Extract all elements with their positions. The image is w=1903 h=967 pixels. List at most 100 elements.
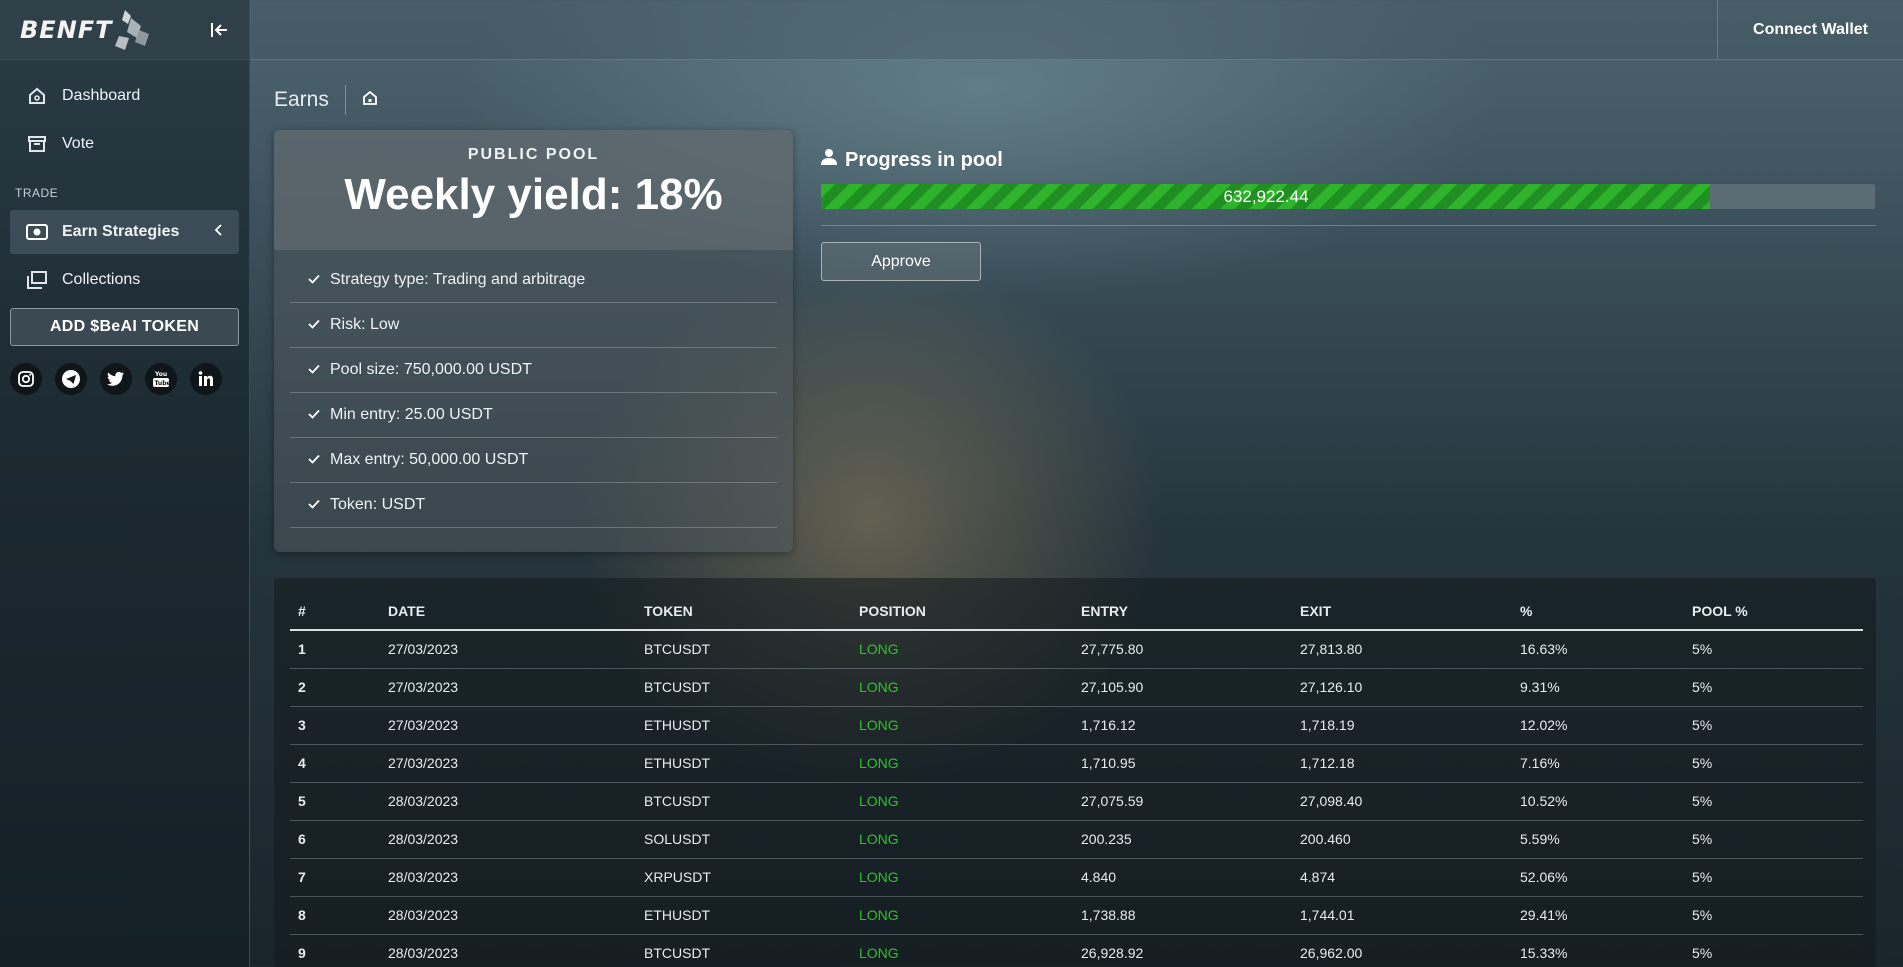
pool-card-header: PUBLIC POOL Weekly yield: 18% (274, 130, 793, 250)
column-header: % (1512, 578, 1684, 631)
row-entry: 27,075.59 (1073, 782, 1292, 821)
row-exit: 1,744.01 (1292, 896, 1512, 935)
collections-icon (26, 269, 48, 291)
table-row: 5 28/03/2023 BTCUSDT LONG 27,075.59 27,098.40… (290, 782, 1863, 821)
breadcrumb-divider (344, 85, 346, 115)
table-row: 7 28/03/2023 XRPUSDT LONG 4.840 4.874 52.06% 5% (290, 858, 1863, 897)
check-icon (308, 496, 320, 514)
table-row: 3 27/03/2023 ETHUSDT LONG 1,716.12 1,718.19 12… (290, 706, 1863, 745)
row-number: 2 (290, 668, 380, 707)
row-percent: 10.52% (1512, 782, 1684, 821)
feature-text: Token: USDT (330, 496, 426, 513)
collapse-sidebar-icon[interactable] (207, 18, 231, 42)
row-position: LONG (851, 896, 1073, 935)
sidebar-item-earn-strategies[interactable]: Earn Strategies (10, 210, 239, 254)
row-pool-percent: 5% (1684, 706, 1863, 745)
column-header: DATE (380, 578, 636, 631)
table-row: 4 27/03/2023 ETHUSDT LONG 1,710.95 1,712.18 7.… (290, 744, 1863, 783)
social-links: You Tube (0, 346, 249, 395)
row-exit: 27,126.10 (1292, 668, 1512, 707)
row-number: 8 (290, 896, 380, 935)
row-date: 27/03/2023 (380, 630, 636, 669)
sidebar-item-label: Vote (62, 135, 95, 152)
row-percent: 5.59% (1512, 820, 1684, 859)
row-pool-percent: 5% (1684, 782, 1863, 821)
user-icon (821, 148, 837, 172)
row-entry: 1,738.88 (1073, 896, 1292, 935)
row-position: LONG (851, 858, 1073, 897)
feature-text: Risk: Low (330, 316, 400, 333)
row-token: XRPUSDT (636, 858, 851, 897)
row-pool-percent: 5% (1684, 896, 1863, 935)
sidebar-item-dashboard[interactable]: Dashboard (10, 74, 239, 118)
instagram-icon[interactable] (10, 363, 42, 395)
row-position: LONG (851, 706, 1073, 745)
sidebar-item-collections[interactable]: Collections (10, 258, 239, 302)
home-breadcrumb-icon[interactable] (362, 90, 378, 111)
check-icon (308, 316, 320, 334)
youtube-icon[interactable]: You Tube (145, 363, 177, 395)
sidebar: BENFT Dashboard Vote TRADE Earn Strategi… (0, 0, 250, 967)
row-token: BTCUSDT (636, 668, 851, 707)
row-date: 27/03/2023 (380, 706, 636, 745)
linkedin-icon[interactable] (190, 363, 222, 395)
row-number: 9 (290, 934, 380, 967)
table-row: 9 28/03/2023 BTCUSDT LONG 26,928.92 26,962.00… (290, 934, 1863, 967)
pool-label: PUBLIC POOL (467, 146, 600, 163)
row-position: LONG (851, 744, 1073, 783)
row-date: 28/03/2023 (380, 858, 636, 897)
check-icon (308, 271, 320, 289)
divider (821, 225, 1876, 226)
row-entry: 1,716.12 (1073, 706, 1292, 745)
chevron-left-icon (213, 223, 223, 242)
feature-text: Max entry: 50,000.00 USDT (330, 451, 529, 468)
row-token: BTCUSDT (636, 630, 851, 669)
topbar: Connect Wallet (251, 0, 1903, 60)
row-exit: 27,813.80 (1292, 630, 1512, 669)
row-pool-percent: 5% (1684, 934, 1863, 967)
row-date: 28/03/2023 (380, 896, 636, 935)
brand-logo[interactable]: BENFT (20, 8, 151, 52)
table-row: 8 28/03/2023 ETHUSDT LONG 1,738.88 1,744.01 29… (290, 896, 1863, 935)
row-percent: 12.02% (1512, 706, 1684, 745)
svg-text:You: You (154, 371, 167, 378)
row-token: ETHUSDT (636, 706, 851, 745)
column-header: ENTRY (1073, 578, 1292, 631)
home-icon (26, 85, 48, 107)
row-percent: 16.63% (1512, 630, 1684, 669)
sidebar-item-vote[interactable]: Vote (10, 122, 239, 166)
row-pool-percent: 5% (1684, 820, 1863, 859)
row-percent: 52.06% (1512, 858, 1684, 897)
row-entry: 1,710.95 (1073, 744, 1292, 783)
row-percent: 29.41% (1512, 896, 1684, 935)
row-entry: 200.235 (1073, 820, 1292, 859)
archive-icon (26, 133, 48, 155)
twitter-icon[interactable] (100, 363, 132, 395)
column-header: EXIT (1292, 578, 1512, 631)
section-label-trade: TRADE (15, 186, 59, 200)
row-date: 28/03/2023 (380, 934, 636, 967)
feature-text: Strategy type: Trading and arbitrage (330, 271, 586, 288)
row-date: 27/03/2023 (380, 744, 636, 783)
row-number: 7 (290, 858, 380, 897)
row-percent: 9.31% (1512, 668, 1684, 707)
table-row: 1 27/03/2023 BTCUSDT LONG 27,775.80 27,813.80… (290, 630, 1863, 669)
row-exit: 27,098.40 (1292, 782, 1512, 821)
row-number: 5 (290, 782, 380, 821)
check-icon (308, 406, 320, 424)
row-number: 6 (290, 820, 380, 859)
row-entry: 4.840 (1073, 858, 1292, 897)
row-entry: 26,928.92 (1073, 934, 1292, 967)
connect-wallet-button[interactable]: Connect Wallet (1717, 0, 1903, 59)
add-token-button[interactable]: ADD $BeAI TOKEN (10, 308, 239, 346)
trades-table-container: # DATE TOKEN POSITION ENTRY EXIT % POOL … (274, 578, 1876, 967)
row-number: 4 (290, 744, 380, 783)
logo-emblem-icon (114, 9, 149, 50)
approve-button[interactable]: Approve (821, 242, 981, 281)
telegram-icon[interactable] (55, 363, 87, 395)
row-date: 28/03/2023 (380, 820, 636, 859)
row-date: 28/03/2023 (380, 782, 636, 821)
row-pool-percent: 5% (1684, 858, 1863, 897)
column-header: TOKEN (636, 578, 851, 631)
sidebar-item-label: Dashboard (62, 87, 141, 104)
